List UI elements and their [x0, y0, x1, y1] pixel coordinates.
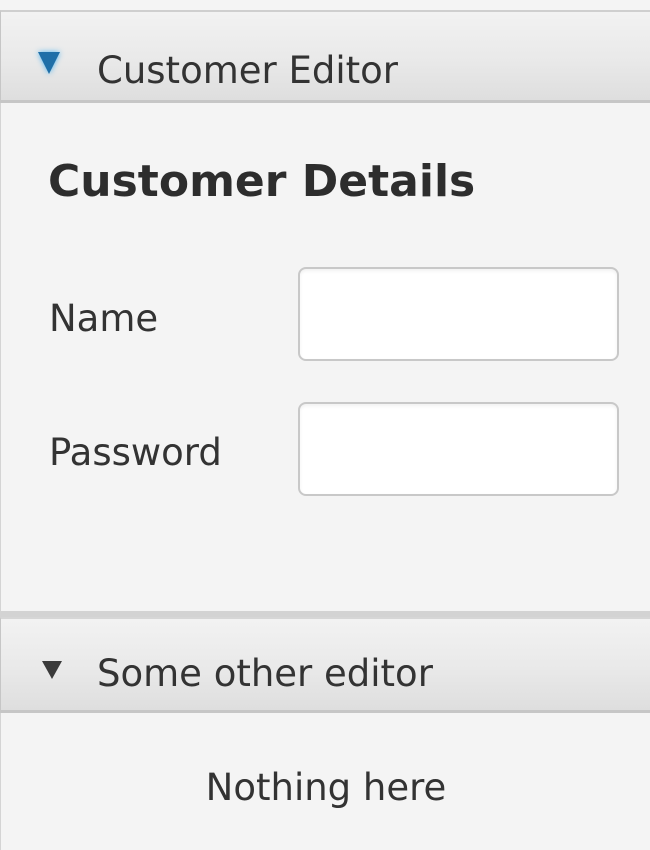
empty-placeholder-text: Nothing here [205, 766, 447, 809]
customer-editor-pane-header[interactable]: Customer Editor [0, 10, 650, 103]
expanded-arrow-icon [42, 661, 62, 679]
customer-editor-pane-content: Customer Details Name Password [0, 103, 650, 613]
name-field[interactable] [298, 267, 619, 361]
password-label: Password [49, 431, 222, 474]
accordion: Customer Editor Customer Details Name Pa… [0, 0, 650, 850]
form-heading: Customer Details [48, 156, 476, 207]
pane-title: Customer Editor [97, 49, 398, 92]
some-other-editor-pane-content: Nothing here [0, 713, 650, 850]
password-field[interactable] [298, 402, 619, 496]
some-other-editor-pane-header[interactable]: Some other editor [0, 617, 650, 713]
pane-title: Some other editor [97, 652, 433, 695]
expanded-arrow-icon [38, 52, 60, 74]
name-label: Name [49, 297, 159, 340]
